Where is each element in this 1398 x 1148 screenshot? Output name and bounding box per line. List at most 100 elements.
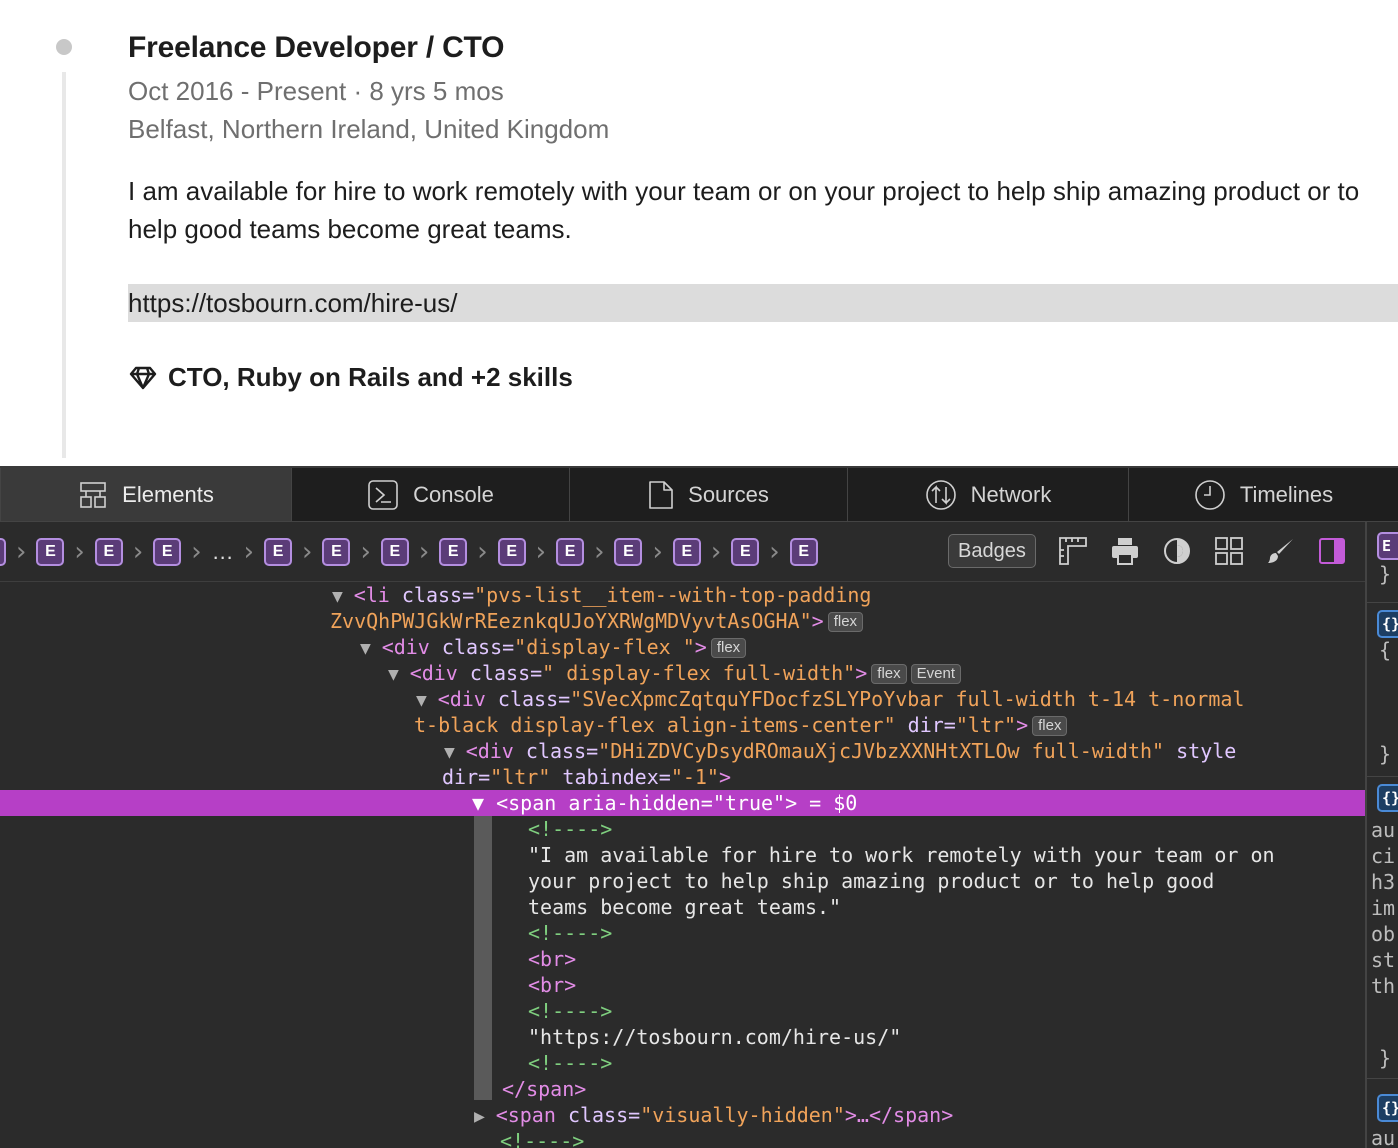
style-rule-open: { bbox=[1379, 638, 1392, 662]
dom-node-br[interactable]: <br> bbox=[528, 972, 576, 998]
style-property[interactable]: st bbox=[1371, 948, 1395, 972]
dom-node-span-visually-hidden[interactable]: ▶ <span class="visually-hidden">…</span> bbox=[474, 1102, 953, 1128]
breadcrumb-separator: › bbox=[16, 536, 27, 567]
style-property[interactable]: im bbox=[1371, 896, 1395, 920]
style-property[interactable]: ci bbox=[1371, 844, 1395, 868]
dom-node-br[interactable]: <br> bbox=[528, 946, 576, 972]
breadcrumb-items: › E › E › E › … › E › E › E › E › E › E … bbox=[0, 537, 818, 567]
ruler-icon[interactable] bbox=[1058, 536, 1088, 566]
style-rule-badge[interactable]: {} bbox=[1377, 784, 1398, 812]
breadcrumb-item[interactable]: E bbox=[497, 537, 526, 566]
style-rule-badge[interactable]: E bbox=[1377, 532, 1398, 560]
breadcrumb-item[interactable]: E bbox=[322, 537, 351, 566]
dom-node-div[interactable]: ▼ <div class="DHiZDVCyDsydROmauXjcJVbzXX… bbox=[444, 738, 1236, 764]
print-icon[interactable] bbox=[1110, 536, 1140, 566]
dom-text-node-cont[interactable]: your project to help ship amazing produc… bbox=[528, 868, 1214, 894]
breadcrumb-separator: › bbox=[652, 536, 663, 567]
tab-timelines[interactable]: Timelines bbox=[1129, 468, 1398, 521]
style-property[interactable]: th bbox=[1371, 974, 1395, 998]
flex-badge[interactable]: flex bbox=[871, 664, 907, 684]
experience-location: Belfast, Northern Ireland, United Kingdo… bbox=[128, 114, 610, 144]
disclosure-triangle-icon[interactable]: ▼ bbox=[444, 742, 466, 763]
style-property[interactable]: h3 bbox=[1371, 870, 1395, 894]
tab-console[interactable]: Console bbox=[292, 468, 570, 521]
breadcrumb-item[interactable]: E bbox=[556, 537, 585, 566]
grid-layout-icon[interactable] bbox=[1214, 536, 1244, 566]
flex-badge[interactable]: flex bbox=[710, 638, 747, 658]
breadcrumb-separator: › bbox=[74, 536, 85, 567]
sources-icon bbox=[648, 480, 674, 510]
breadcrumb-separator: › bbox=[594, 536, 605, 567]
breadcrumb-item[interactable]: E bbox=[94, 537, 123, 566]
style-property[interactable]: au bbox=[1371, 818, 1395, 842]
breadcrumb-item[interactable]: E bbox=[614, 537, 643, 566]
disclosure-triangle-icon[interactable]: ▼ bbox=[388, 664, 410, 685]
diamond-icon bbox=[129, 366, 157, 389]
dom-node-span-selected[interactable]: ▼ <span aria-hidden="true"> = $0 bbox=[472, 790, 857, 816]
web-inspector: Elements Console Sources Network Timelin… bbox=[0, 466, 1398, 1148]
breadcrumb: › E › E › E › … › E › E › E › E › E › E … bbox=[0, 522, 1365, 582]
disclosure-triangle-icon[interactable]: ▼ bbox=[416, 690, 438, 711]
experience-entry: Freelance Developer / CTO Oct 2016 - Pre… bbox=[128, 28, 1398, 393]
dom-text-node[interactable]: "I am available for hire to work remotel… bbox=[528, 842, 1275, 868]
breadcrumb-separator: › bbox=[769, 536, 780, 567]
disclosure-triangle-icon[interactable]: ▼ bbox=[472, 791, 496, 815]
experience-link[interactable]: https://tosbourn.com/hire-us/ bbox=[128, 284, 1398, 322]
dom-comment[interactable]: <!----> bbox=[528, 816, 612, 842]
appearance-icon[interactable] bbox=[1162, 536, 1192, 566]
style-separator bbox=[1367, 602, 1398, 603]
dom-comment[interactable]: <!----> bbox=[528, 920, 612, 946]
style-rule-close: } bbox=[1379, 562, 1392, 586]
breadcrumb-item[interactable]: E bbox=[439, 537, 468, 566]
tab-network[interactable]: Network bbox=[848, 468, 1129, 521]
dom-comment[interactable]: <!----> bbox=[528, 998, 612, 1024]
badges-button[interactable]: Badges bbox=[948, 534, 1036, 568]
breadcrumb-separator: › bbox=[535, 536, 547, 567]
style-rule-badge[interactable]: {} bbox=[1377, 1094, 1398, 1122]
disclosure-triangle-icon[interactable]: ▼ bbox=[360, 638, 382, 659]
dom-node-div[interactable]: ▼ <div class="display-flex "> flex bbox=[360, 634, 747, 660]
dom-node-div[interactable]: ▼ <div class="SVecXpmcZqtquYFDocfzSLYPoY… bbox=[416, 686, 1244, 712]
selected-node-row[interactable]: ▼ <span aria-hidden="true"> = $0 bbox=[0, 790, 1365, 816]
timeline-dot bbox=[56, 39, 72, 55]
breadcrumb-item[interactable]: E bbox=[153, 537, 182, 566]
breadcrumb-item[interactable]: E bbox=[789, 537, 818, 566]
breadcrumb-item[interactable]: E bbox=[731, 537, 760, 566]
dom-node-span-close[interactable]: </span> bbox=[502, 1076, 586, 1102]
breadcrumb-separator: › bbox=[418, 536, 430, 567]
disclosure-triangle-collapsed-icon[interactable]: ▶ bbox=[474, 1106, 496, 1127]
breadcrumb-item[interactable]: E bbox=[380, 537, 409, 566]
dom-node-div[interactable]: ▼ <div class=" display-flex full-width">… bbox=[388, 660, 961, 686]
disclosure-triangle-icon[interactable]: ▼ bbox=[332, 586, 354, 607]
dom-node-li[interactable]: ▼ <li class="pvs-list__item--with-top-pa… bbox=[332, 582, 871, 608]
dom-node-div-cont[interactable]: dir="ltr" tabindex="-1"> bbox=[442, 764, 731, 790]
console-icon bbox=[367, 479, 399, 511]
event-badge[interactable]: Event bbox=[910, 664, 961, 684]
dom-node-div-cont[interactable]: t-black display-flex align-items-center"… bbox=[414, 712, 1068, 738]
dom-comment[interactable]: <!----> bbox=[500, 1128, 584, 1148]
elements-toolbar: Badges bbox=[948, 534, 1346, 568]
tab-elements[interactable]: Elements bbox=[0, 468, 292, 521]
breadcrumb-item-partial[interactable] bbox=[0, 537, 6, 566]
dom-node-li-cont[interactable]: ZvvQhPWJGkWrREeznkqUJoYXRWgMDVyvtAsOGHA"… bbox=[330, 608, 864, 634]
breadcrumb-item[interactable]: E bbox=[672, 537, 701, 566]
breadcrumb-ellipsis[interactable]: … bbox=[212, 539, 234, 565]
breadcrumb-item[interactable]: E bbox=[264, 537, 293, 566]
profile-page: Freelance Developer / CTO Oct 2016 - Pre… bbox=[0, 0, 1398, 466]
flex-badge[interactable]: flex bbox=[1032, 716, 1068, 736]
style-property[interactable]: au bbox=[1371, 1126, 1395, 1148]
toggle-sidebar-icon[interactable] bbox=[1318, 536, 1346, 566]
dom-comment[interactable]: <!----> bbox=[528, 1050, 612, 1076]
tab-sources[interactable]: Sources bbox=[570, 468, 848, 521]
experience-skills[interactable]: CTO, Ruby on Rails and +2 skills bbox=[128, 362, 1398, 393]
flex-badge[interactable]: flex bbox=[827, 612, 864, 632]
dom-text-node-cont[interactable]: teams become great teams." bbox=[528, 894, 841, 920]
style-property[interactable]: ob bbox=[1371, 922, 1395, 946]
breadcrumb-item[interactable]: E bbox=[36, 537, 65, 566]
tab-elements-label: Elements bbox=[122, 481, 214, 507]
style-rule-badge[interactable]: {} bbox=[1377, 610, 1398, 638]
experience-description-line-2: help good teams become great teams. bbox=[128, 214, 572, 244]
dom-text-node-url[interactable]: "https://tosbourn.com/hire-us/" bbox=[528, 1024, 901, 1050]
paintbrush-icon[interactable] bbox=[1266, 536, 1296, 566]
breadcrumb-separator: › bbox=[302, 536, 313, 567]
